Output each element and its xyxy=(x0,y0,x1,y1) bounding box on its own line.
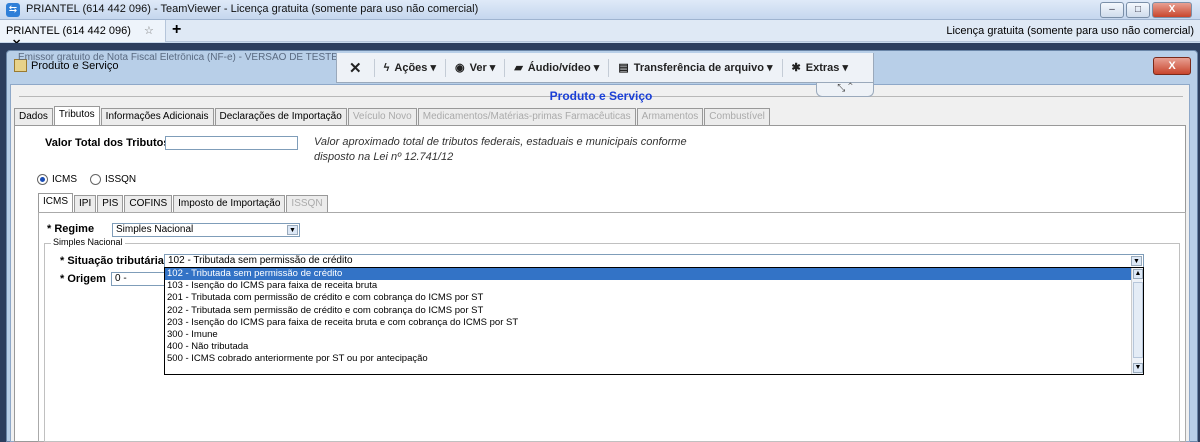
situacao-dropdown-list[interactable]: 102 - Tributada sem permissão de crédito… xyxy=(164,267,1144,375)
radio-selected-icon xyxy=(37,174,48,185)
tab-medicamentos: Medicamentos/Matérias-primas Farmacêutic… xyxy=(417,108,636,125)
teamviewer-title-bar: ⇆ PRIANTEL (614 442 096) - TeamViewer - … xyxy=(0,0,1200,20)
origem-select[interactable]: 0 - Nacional, xyxy=(111,272,171,286)
tax-subtabs: ICMS IPI PIS COFINS Imposto de Importaçã… xyxy=(38,193,329,212)
actions-menu[interactable]: ϟ Ações ▾ xyxy=(375,58,446,77)
chevron-down-icon[interactable]: ▼ xyxy=(1131,256,1142,266)
toolbar-collapse-tab[interactable]: ⤡ ⌃ xyxy=(816,83,874,97)
dropdown-option[interactable]: 400 - Não tributada xyxy=(165,341,1143,353)
extras-menu[interactable]: ✱ Extras ▾ xyxy=(783,59,857,77)
extras-icon: ✱ xyxy=(791,62,801,74)
dropdown-option[interactable]: 201 - Tributada com permissão de crédito… xyxy=(165,292,1143,304)
audio-video-menu-label: Áudio/vídeo ▾ xyxy=(527,62,600,74)
dropdown-option[interactable]: 103 - Isenção do ICMS para faixa de rece… xyxy=(165,280,1143,292)
extras-menu-label: Extras ▾ xyxy=(805,62,848,74)
subtab-imposto-importacao[interactable]: Imposto de Importação xyxy=(173,195,286,212)
radio-icms[interactable]: ICMS xyxy=(37,174,77,185)
session-tab[interactable]: PRIANTEL (614 442 096) ☆ ✕ xyxy=(0,20,166,50)
valor-total-label: Valor Total dos Tributos xyxy=(45,137,170,149)
subtab-ipi[interactable]: IPI xyxy=(74,195,97,212)
teamviewer-toolbar: ✕ ϟ Ações ▾ ◉ Ver ▾ ▰ Áudio/vídeo ▾ ▤ Transf… xyxy=(336,53,874,83)
app-close-button[interactable]: X xyxy=(1153,57,1191,75)
panel-title: Produto e Serviço xyxy=(549,89,653,103)
teamviewer-icon: ⇆ xyxy=(6,3,20,17)
tab-dados[interactable]: Dados xyxy=(14,108,53,125)
origem-value: 0 - Nacional, xyxy=(115,273,127,284)
subtab-issqn: ISSQN xyxy=(286,195,328,212)
situacao-select[interactable]: 102 - Tributada sem permissão de crédito… xyxy=(164,254,1144,268)
dropdown-scrollbar[interactable]: ▲ ▼ xyxy=(1131,268,1143,374)
subtab-pis[interactable]: PIS xyxy=(97,195,124,212)
dropdown-option[interactable]: 203 - Isenção do ICMS para faixa de rece… xyxy=(165,317,1143,329)
main-tabs: Dados Tributos Informações Adicionais De… xyxy=(14,106,771,125)
close-button[interactable]: X xyxy=(1152,2,1192,18)
tab-declaracoes-importacao[interactable]: Declarações de Importação xyxy=(214,108,347,125)
background-window-title: Emissor gratuito de Nota Fiscal Eletrôni… xyxy=(18,53,338,62)
chat-icon: ▰ xyxy=(514,62,523,74)
audio-video-menu[interactable]: ▰ Áudio/vídeo ▾ xyxy=(505,58,610,77)
scroll-down-icon[interactable]: ▼ xyxy=(1133,363,1143,373)
session-tab-bar: PRIANTEL (614 442 096) ☆ ✕ + Licença gra… xyxy=(0,20,1200,50)
valor-total-input[interactable] xyxy=(165,136,298,150)
regime-select[interactable]: Simples Nacional ▼ xyxy=(112,223,300,237)
radio-issqn[interactable]: ISSQN xyxy=(90,174,136,185)
window-title: PRIANTEL (614 442 096) - TeamViewer - Li… xyxy=(26,3,479,15)
situacao-label: * Situação tributária xyxy=(60,255,164,267)
radio-issqn-label: ISSQN xyxy=(105,174,137,185)
dropdown-option[interactable]: 500 - ICMS cobrado anteriormente por ST … xyxy=(165,353,1143,365)
view-menu-label: Ver ▾ xyxy=(469,62,496,74)
star-icon[interactable]: ☆ xyxy=(144,25,154,37)
fieldset-legend: Simples Nacional xyxy=(51,237,125,247)
regime-label: * Regime xyxy=(47,223,95,235)
file-icon: ▤ xyxy=(618,62,629,74)
bolt-icon: ϟ xyxy=(383,61,390,74)
file-transfer-menu-label: Transferência de arquivo ▾ xyxy=(633,62,773,74)
actions-menu-label: Ações ▾ xyxy=(394,62,436,74)
tributos-note: Valor aproximado total de tributos feder… xyxy=(314,136,687,163)
tab-informacoes-adicionais[interactable]: Informações Adicionais xyxy=(100,108,214,125)
tab-combustivel: Combustível xyxy=(704,108,770,125)
minimize-button[interactable]: – xyxy=(1100,2,1124,18)
close-session-icon[interactable]: ✕ xyxy=(337,58,375,77)
license-text: Licença gratuita (somente para uso não c… xyxy=(946,25,1194,37)
situacao-value: 102 - Tributada sem permissão de crédito xyxy=(168,255,353,266)
scroll-thumb[interactable] xyxy=(1133,282,1143,358)
dropdown-option[interactable]: 300 - Imune xyxy=(165,329,1143,341)
session-tab-label: PRIANTEL (614 442 096) xyxy=(6,25,131,37)
file-transfer-menu[interactable]: ▤ Transferência de arquivo ▾ xyxy=(609,58,783,77)
eye-icon: ◉ xyxy=(455,62,465,74)
tab-tributos[interactable]: Tributos xyxy=(53,106,100,125)
tab-armamentos: Armamentos xyxy=(636,108,704,125)
add-tab-icon[interactable]: + xyxy=(172,21,181,39)
radio-unselected-icon xyxy=(90,174,101,185)
radio-icms-label: ICMS xyxy=(52,174,77,185)
subtab-icms[interactable]: ICMS xyxy=(38,193,73,212)
view-menu[interactable]: ◉ Ver ▾ xyxy=(446,58,506,77)
origem-label: * Origem xyxy=(60,273,106,285)
dropdown-option[interactable]: 102 - Tributada sem permissão de crédito xyxy=(165,268,1143,281)
dropdown-option[interactable]: 202 - Tributada sem permissão de crédito… xyxy=(165,305,1143,317)
scroll-up-icon[interactable]: ▲ xyxy=(1133,269,1143,279)
tab-veiculo-novo: Veículo Novo xyxy=(347,108,417,125)
regime-value: Simples Nacional xyxy=(116,224,194,235)
chevron-down-icon[interactable]: ▼ xyxy=(287,225,298,235)
subtab-cofins[interactable]: COFINS xyxy=(124,195,173,212)
maximize-button[interactable]: □ xyxy=(1126,2,1150,18)
